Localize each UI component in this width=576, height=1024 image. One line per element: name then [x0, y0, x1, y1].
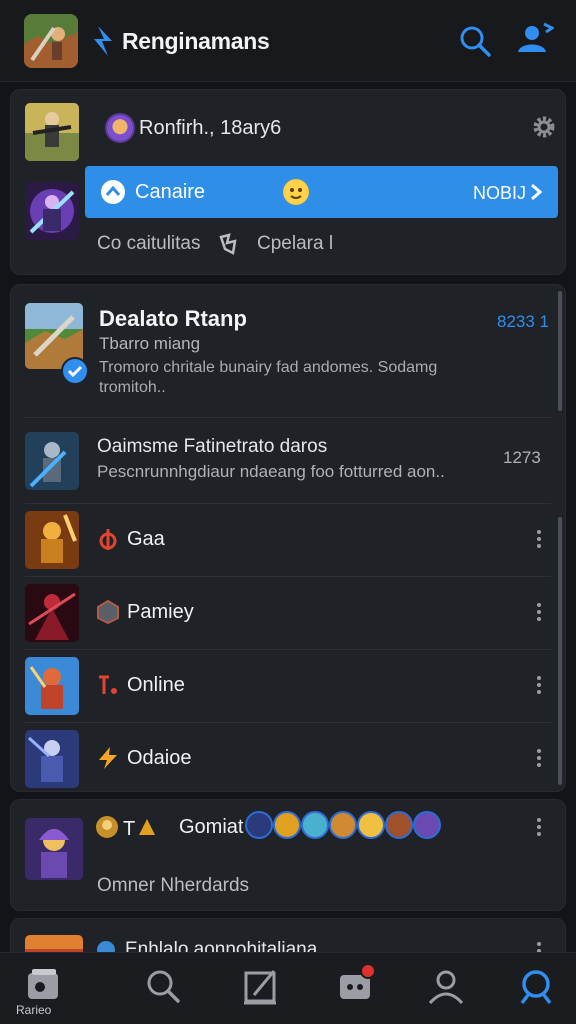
featured-time: 8233 1 [497, 312, 549, 331]
featured-title: Dealato Rtanp [99, 306, 247, 331]
list-item-avatar [25, 432, 79, 490]
search-icon[interactable] [457, 23, 493, 59]
status-label: Canaire [135, 181, 206, 203]
member-avatar [245, 811, 273, 839]
group-prefix: T [123, 818, 135, 840]
divider [25, 576, 551, 577]
divider [25, 503, 551, 504]
letter-icon [95, 672, 121, 698]
profile-icon[interactable] [424, 965, 468, 1009]
menu-item-avatar [25, 511, 79, 569]
menu-item-avatar [25, 584, 79, 642]
list-item-count: 1273 [503, 448, 541, 467]
divider [25, 722, 551, 723]
menu-item-avatar [25, 730, 79, 788]
verified-badge-icon [61, 357, 89, 385]
gear-icon[interactable] [531, 114, 557, 140]
top-bar: Renginamans [0, 0, 576, 82]
search-icon[interactable] [142, 965, 186, 1009]
chat-list: Dealato Rtanp 8233 1 Tbarro miang Tromor… [10, 284, 566, 792]
rank-badge-icon [105, 113, 135, 143]
status-icon [101, 180, 125, 204]
menu-item-label: Pamiey [127, 601, 194, 623]
featured-subtitle: Tbarro miang [99, 334, 201, 353]
menu-item-avatar [25, 657, 79, 715]
account-footer-left: Co caitulitas [97, 233, 201, 254]
chevron-right-icon [529, 183, 543, 201]
bolt-icon [95, 745, 121, 771]
menu-item-label: Odaioe [127, 747, 192, 769]
group-member-avatars [245, 811, 441, 839]
featured-description: Tromoro chritale bunairy fad andomes. So… [99, 359, 438, 396]
divider [25, 649, 551, 650]
edit-icon[interactable] [240, 965, 284, 1009]
account-name: Ronfirh., 18ary6 [139, 117, 282, 139]
online-status-button[interactable]: Canaire NOBIJ [85, 166, 558, 218]
account-avatar[interactable] [25, 103, 79, 161]
nav-label: Rarieo [16, 1003, 52, 1017]
group-subtitle: Omner Nherdards [97, 875, 250, 896]
member-avatar [413, 811, 441, 839]
more-options-icon[interactable] [535, 675, 543, 695]
notification-badge [360, 963, 376, 979]
menu-item-label: Online [127, 674, 185, 696]
phi-icon [95, 526, 121, 552]
member-avatar [385, 811, 413, 839]
more-options-icon[interactable] [535, 817, 543, 837]
explore-search-icon[interactable] [514, 965, 558, 1009]
status-action-label: NOBIJ [473, 183, 527, 203]
account-card: Ronfirh., 18ary6 Canaire NOBIJ Co caitul… [10, 89, 566, 275]
member-avatar [301, 811, 329, 839]
game-thumbnail[interactable] [24, 14, 78, 68]
bottom-navigation: Rarieo [0, 952, 576, 1024]
group-avatar [25, 818, 83, 880]
more-options-icon[interactable] [535, 602, 543, 622]
divider [25, 417, 551, 418]
group-name: Gomiat [179, 816, 244, 838]
hex-icon [95, 599, 121, 625]
bolt-icon [92, 26, 114, 56]
member-avatar [357, 811, 385, 839]
member-avatar [329, 811, 357, 839]
more-options-icon[interactable] [535, 529, 543, 549]
account-footer-right: Cpelara l [257, 233, 334, 254]
menu-item-label: Gaa [127, 528, 165, 550]
add-user-icon[interactable] [514, 22, 555, 58]
scrollbar[interactable] [558, 291, 562, 411]
list-item-title: Oaimsme Fatinetrato daros [97, 436, 328, 457]
member-avatar [273, 811, 301, 839]
smile-emoji-icon [283, 179, 309, 205]
controller-icon [217, 231, 243, 257]
list-item-subtitle: Pescnrunnhgdiaur ndaeang foo fotturred a… [97, 462, 445, 481]
group-emblem-icon: T [95, 813, 175, 841]
secondary-avatar[interactable] [25, 182, 79, 240]
scrollbar[interactable] [558, 517, 562, 785]
more-options-icon[interactable] [535, 748, 543, 768]
app-title: Renginamans [122, 28, 270, 54]
group-card[interactable]: T Gomiat Omner Nherdards [10, 799, 566, 911]
